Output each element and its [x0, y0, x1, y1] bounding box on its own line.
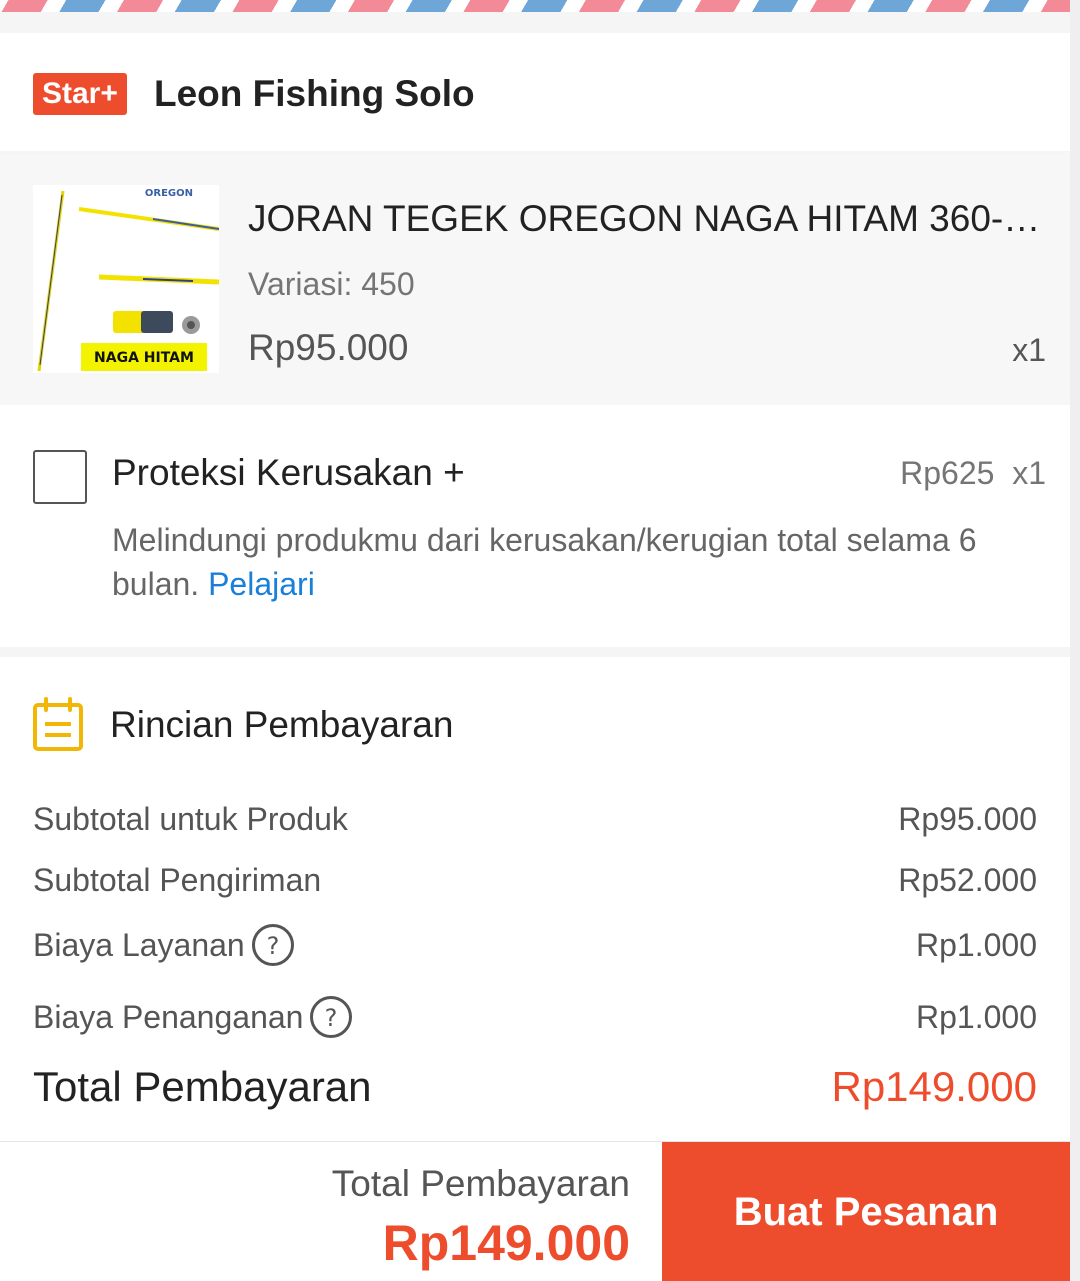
product-quantity: x1 [1012, 332, 1046, 368]
product-price: Rp95.000 [248, 327, 409, 368]
protection-price: Rp625 x1 [900, 455, 1046, 491]
total-payment-label: Total Pembayaran [33, 1063, 372, 1110]
subtotal-product-value: Rp95.000 [898, 801, 1037, 837]
service-fee-value: Rp1.000 [916, 927, 1037, 963]
bottom-total-label: Total Pembayaran [331, 1163, 630, 1204]
handling-fee-row: Biaya Penanganan ? [33, 995, 353, 1039]
question-icon[interactable]: ? [309, 995, 353, 1039]
svg-text:?: ? [266, 932, 279, 960]
svg-text:?: ? [325, 1004, 338, 1032]
airmail-border [0, 0, 1080, 12]
learn-more-link[interactable]: Pelajari [208, 566, 315, 602]
service-fee-row: Biaya Layanan ? [33, 923, 295, 967]
damage-protection: Proteksi Kerusakan + Rp625 x1 Melindungi… [0, 405, 1070, 647]
protection-description: Melindungi produkmu dari kerusakan/kerug… [112, 518, 1032, 606]
checkout-bar: Total Pembayaran Rp149.000 Buat Pesanan [0, 1141, 1070, 1281]
product-item[interactable]: OREGON NAGA HITAM JORAN TEGEK OREGON NAG… [0, 153, 1070, 405]
handling-fee-label: Biaya Penanganan [33, 999, 304, 1035]
subtotal-product-label: Subtotal untuk Produk [33, 801, 348, 837]
shop-name[interactable]: Leon Fishing Solo [154, 71, 475, 117]
receipt-icon [32, 697, 84, 758]
protection-title: Proteksi Kerusakan + [112, 452, 465, 493]
product-image: OREGON NAGA HITAM [33, 185, 219, 373]
place-order-button[interactable]: Buat Pesanan [662, 1142, 1070, 1281]
product-name: JORAN TEGEK OREGON NAGA HITAM 360-4... [248, 198, 1048, 239]
total-payment-value: Rp149.000 [831, 1063, 1037, 1110]
subtotal-shipping-label: Subtotal Pengiriman [33, 862, 322, 898]
subtotal-shipping-value: Rp52.000 [898, 862, 1037, 898]
payment-details: Rincian Pembayaran Subtotal untuk Produk… [0, 657, 1070, 1141]
scroll-edge [1070, 0, 1080, 1281]
question-icon[interactable]: ? [251, 923, 295, 967]
service-fee-label: Biaya Layanan [33, 927, 245, 963]
shop-header: Star+ Leon Fishing Solo [0, 33, 1070, 151]
protection-checkbox[interactable] [33, 450, 87, 504]
payment-title: Rincian Pembayaran [110, 704, 454, 745]
image-brand-text: OREGON [145, 188, 193, 199]
fishing-rod-image: OREGON NAGA HITAM [33, 185, 219, 373]
handling-fee-value: Rp1.000 [916, 999, 1037, 1035]
product-variation: Variasi: 450 [248, 266, 415, 302]
bottom-total-value: Rp149.000 [382, 1215, 630, 1271]
star-plus-badge: Star+ [33, 73, 127, 115]
image-label-text: NAGA HITAM [94, 350, 194, 366]
